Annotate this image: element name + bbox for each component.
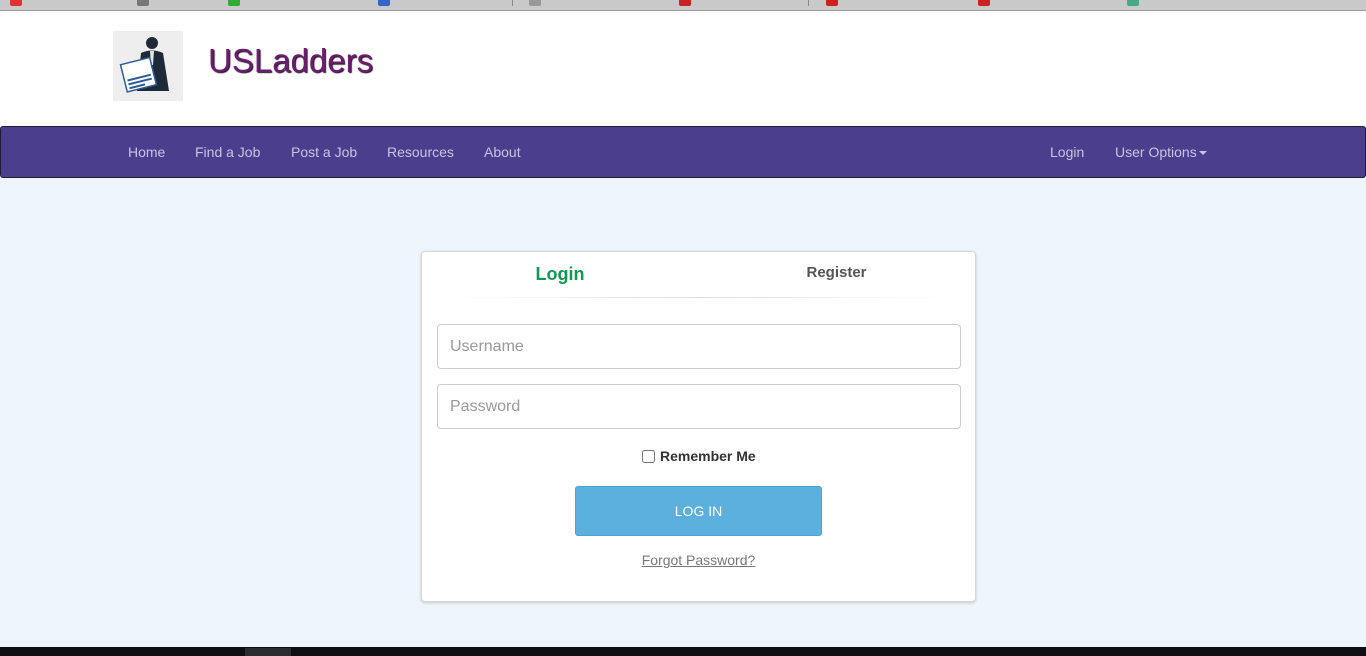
bookmark-icon[interactable] [529, 0, 541, 6]
nav-resources[interactable]: Resources [387, 127, 454, 177]
nav-about[interactable]: About [484, 127, 521, 177]
caret-down-icon [1198, 151, 1207, 156]
remember-me-checkbox[interactable] [642, 449, 655, 463]
bookmark-icon[interactable] [978, 0, 990, 6]
bookmark-separator [808, 0, 809, 6]
os-taskbar [0, 647, 1366, 656]
nav-login[interactable]: Login [1050, 127, 1084, 177]
remember-me-option[interactable]: Remember Me [641, 447, 756, 465]
nav-user-options-dropdown[interactable]: User Options [1115, 127, 1207, 177]
tab-register[interactable]: Register [698, 252, 975, 296]
bookmark-icon[interactable] [378, 0, 390, 6]
user-options-label: User Options [1115, 144, 1197, 160]
bookmark-icon[interactable] [10, 0, 22, 6]
tab-divider [452, 297, 947, 298]
username-input[interactable] [437, 324, 961, 369]
forgot-password-link[interactable]: Forgot Password? [422, 552, 975, 568]
site-brand-title[interactable]: USLadders [208, 42, 373, 80]
bookmark-icon[interactable] [1127, 0, 1139, 6]
remember-me-label: Remember Me [660, 448, 756, 464]
main-navbar: Home Find a Job Post a Job Resources Abo… [0, 126, 1366, 178]
bookmark-icon[interactable] [228, 0, 240, 6]
site-logo[interactable] [113, 31, 183, 101]
nav-find-a-job[interactable]: Find a Job [195, 127, 260, 177]
tab-login[interactable]: Login [422, 252, 698, 296]
site-header: USLadders [0, 11, 1366, 126]
bookmark-icon[interactable] [137, 0, 149, 6]
jobs-newspaper-man-icon [113, 31, 183, 101]
login-panel: Login Register Remember Me LOG IN Forgot… [421, 251, 976, 602]
bookmark-separator [512, 0, 513, 6]
nav-home[interactable]: Home [128, 127, 165, 177]
password-input[interactable] [437, 384, 961, 429]
bookmark-icon[interactable] [679, 0, 691, 6]
bookmark-icon[interactable] [826, 0, 838, 6]
taskbar-item[interactable] [245, 648, 291, 656]
browser-bookmarks-strip [0, 0, 1366, 11]
login-button[interactable]: LOG IN [575, 486, 822, 536]
nav-post-a-job[interactable]: Post a Job [291, 127, 357, 177]
